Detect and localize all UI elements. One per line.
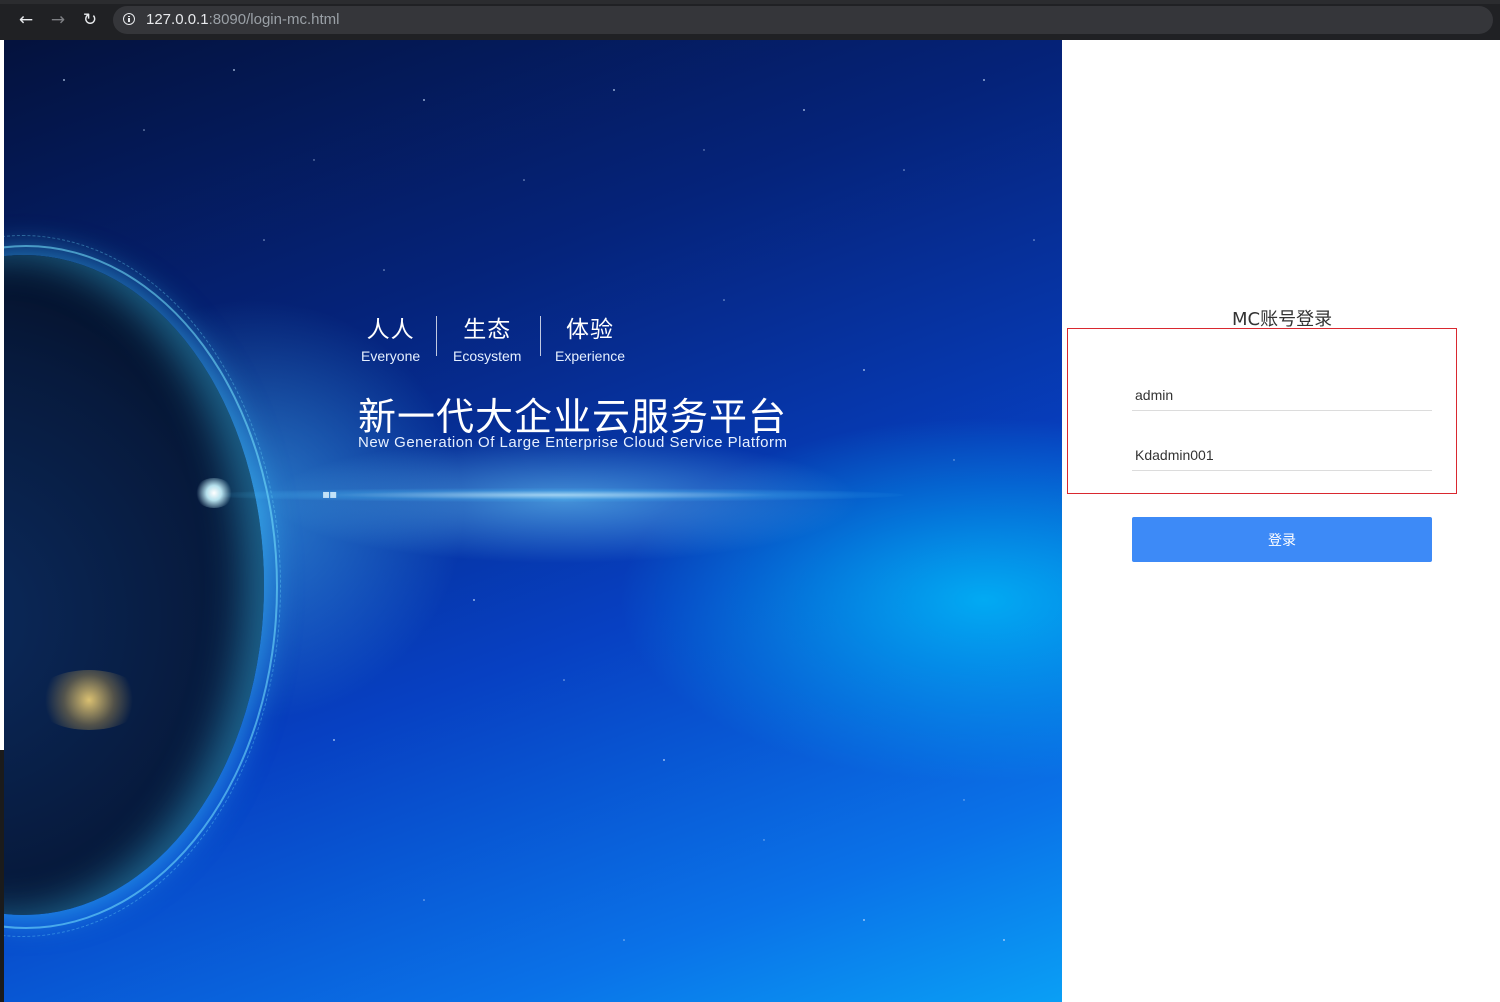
- url-path: :8090/login-mc.html: [208, 11, 340, 28]
- arrow-right-icon: →: [50, 10, 66, 30]
- url-host: 127.0.0.1: [146, 11, 209, 28]
- password-input[interactable]: [1132, 440, 1432, 470]
- tagline-everyone: 人人 Everyone: [361, 310, 420, 364]
- tagline-en: Ecosystem: [453, 348, 522, 364]
- light-streak: [204, 488, 904, 502]
- address-bar[interactable]: 127.0.0.1:8090/login-mc.html: [113, 6, 1493, 34]
- hero-subline: New Generation Of Large Enterprise Cloud…: [358, 434, 788, 451]
- tagline-cn: 人人: [366, 317, 415, 343]
- tagline-en: Everyone: [361, 348, 421, 364]
- tagline-divider: [540, 316, 541, 356]
- tab-strip-edge: [0, 0, 1500, 4]
- browser-toolbar: ← → ↻ 127.0.0.1:8090/login-mc.html: [0, 0, 1500, 40]
- username-field[interactable]: [1132, 380, 1432, 411]
- hero-banner: ▪▪ 人人 Everyone 生态 Ecosystem 体验 Experienc…: [4, 40, 1062, 1002]
- back-button[interactable]: ←: [15, 9, 37, 31]
- city-lights: [34, 670, 144, 730]
- tagline-ecosystem: 生态 Ecosystem: [453, 310, 521, 364]
- tagline-divider: [436, 316, 437, 356]
- forward-button[interactable]: →: [47, 9, 69, 31]
- reload-icon: ↻: [82, 10, 98, 30]
- light-flare: [194, 478, 234, 508]
- tagline-experience: 体验 Experience: [555, 310, 625, 364]
- tagline-en: Experience: [555, 348, 626, 364]
- tagline-cn: 生态: [463, 317, 512, 343]
- arrow-left-icon: ←: [18, 10, 34, 30]
- username-input[interactable]: [1132, 380, 1432, 410]
- reload-button[interactable]: ↻: [79, 9, 101, 31]
- hero-headline: 新一代大企业云服务平台: [358, 395, 788, 439]
- url-text: 127.0.0.1:8090/login-mc.html: [146, 11, 339, 28]
- password-field[interactable]: [1132, 440, 1432, 471]
- login-button[interactable]: 登录: [1132, 517, 1432, 562]
- tagline-cn: 体验: [566, 317, 615, 343]
- info-icon[interactable]: [123, 13, 135, 25]
- light-glyph: ▪▪: [322, 487, 337, 501]
